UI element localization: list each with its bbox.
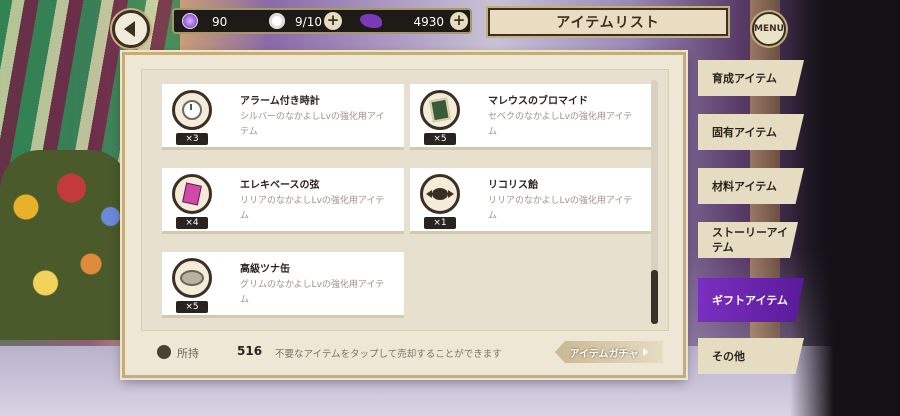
item-icon-frame [420,90,460,130]
item-quantity: ×5 [176,301,208,313]
tuna-can-icon [180,270,204,286]
item-name: 高級ツナ缶 [240,264,290,275]
gem-count: 90 [212,15,228,29]
item-quantity: ×4 [176,217,208,229]
item-card[interactable]: ×5 高級ツナ缶 グリムのなかよしLvの強化用アイテム [162,252,404,318]
add-stamina-button[interactable]: + [324,12,342,30]
resource-bar: 90 9/10 + 4930 + [172,8,472,34]
item-quantity: ×1 [424,217,456,229]
stamina-icon [269,13,285,29]
tab-other-items[interactable]: その他 [698,338,804,374]
item-description: グリムのなかよしLvの強化用アイテム [240,280,385,305]
scrollbar[interactable] [651,80,658,324]
tab-training-items[interactable]: 育成アイテム [698,60,804,96]
gacha-button-label: アイテムガチャ [569,348,639,360]
item-icon-frame [172,174,212,214]
sell-hint: 不要なアイテムをタップして売却することができます [275,349,502,360]
right-shade [790,0,900,416]
item-card[interactable]: ×4 エレキベースの弦 リリアのなかよしLvの強化用アイテム [162,168,404,234]
item-grid: ×3 アラーム付き時計 シルバーのなかよしLvの強化用アイテム ×5 マレウスの… [141,69,669,331]
item-card[interactable]: ×3 アラーム付き時計 シルバーのなかよしLvの強化用アイテム [162,84,404,150]
coin-count: 4930 [413,15,444,29]
tab-story-items[interactable]: ストーリーアイテム [698,222,798,258]
item-quantity: ×3 [176,133,208,145]
item-description: リリアのなかよしLvの強化用アイテム [240,196,385,221]
owned-label: 所持 [177,347,199,360]
item-description: セベクのなかよしLvの強化用アイテム [488,112,633,137]
item-icon-frame [420,174,460,214]
item-description: リリアのなかよしLvの強化用アイテム [488,196,633,221]
chevron-right-icon [643,348,649,356]
item-gacha-button[interactable]: アイテムガチャ [555,341,663,363]
item-card[interactable]: ×5 マレウスのブロマイド セベクのなかよしLvの強化用アイテム [410,84,652,150]
back-arrow-icon [124,21,135,37]
back-button[interactable] [112,10,150,48]
guitar-string-icon [182,182,202,206]
item-description: シルバーのなかよしLvの強化用アイテム [240,112,385,137]
tab-material-items[interactable]: 材料アイテム [698,168,804,204]
item-quantity: ×5 [424,133,456,145]
tab-gift-items[interactable]: ギフトアイテム [698,278,804,322]
item-name: エレキベースの弦 [240,180,320,191]
gem-icon [182,13,198,29]
item-name: アラーム付き時計 [240,96,320,107]
item-card[interactable]: ×1 リコリス飴 リリアのなかよしLvの強化用アイテム [410,168,652,234]
item-name: リコリス飴 [488,180,538,191]
page-title: アイテムリスト [488,8,728,36]
candy-icon [426,188,454,200]
menu-button[interactable]: MENU [752,12,786,46]
item-icon-frame [172,90,212,130]
bag-icon [157,345,171,359]
stamina-count: 9/10 [295,15,322,29]
flower-decoration [0,150,130,340]
owned-count: 516 [237,344,263,358]
coin-icon [360,14,382,28]
item-name: マレウスのブロマイド [488,96,588,107]
item-list-panel: ×3 アラーム付き時計 シルバーのなかよしLvの強化用アイテム ×5 マレウスの… [122,52,686,378]
item-icon-frame [172,258,212,298]
photo-icon [429,97,451,123]
scrollbar-thumb[interactable] [651,270,658,324]
tab-unique-items[interactable]: 固有アイテム [698,114,804,150]
clock-icon [182,100,202,120]
add-coin-button[interactable]: + [450,12,468,30]
footer-bar: 所持 516 不要なアイテムをタップして売却することができます アイテムガチャ [141,339,669,365]
